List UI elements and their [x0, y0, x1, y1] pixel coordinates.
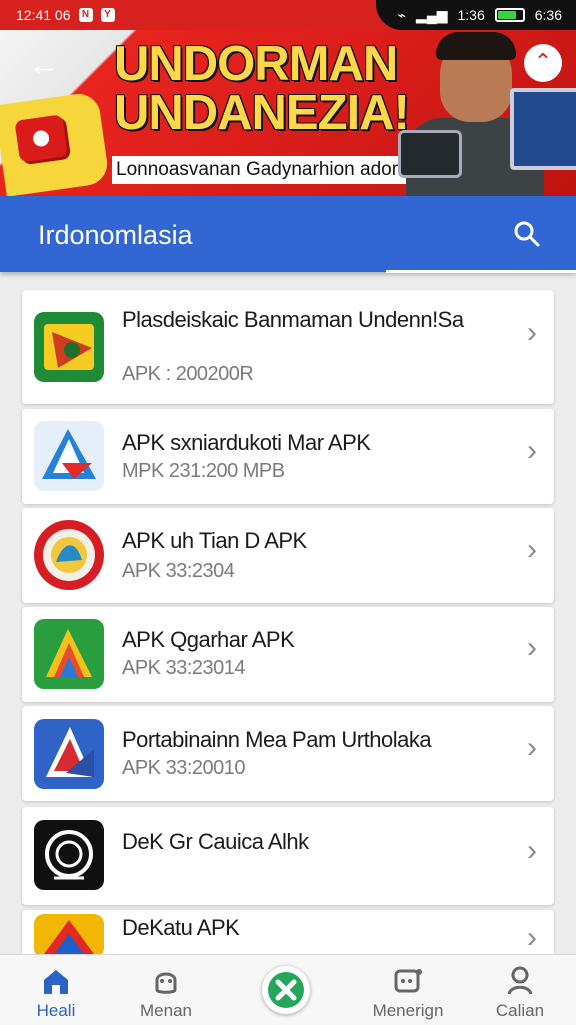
signal-icon: ▂▄▆: [416, 6, 448, 23]
app-title: Portabinainn Mea Pam Urtholaka: [122, 727, 432, 752]
app-meta: MPK 231:200 MPB: [122, 460, 285, 482]
app-title: APK uh Tian D APK: [122, 528, 307, 553]
banner-title: UNDORMAN UNDANEZIA!: [114, 40, 434, 138]
nav-label-messages: Menerign: [372, 1001, 444, 1020]
laptop-image: [510, 88, 576, 170]
status-right-text: 1:36: [457, 7, 485, 23]
app-icon: [34, 914, 104, 958]
chevron-right-icon[interactable]: ›: [524, 535, 540, 565]
person-hair: [436, 32, 516, 60]
app-title: APK sxniardukoti Mar APK: [122, 430, 371, 455]
chevron-right-icon[interactable]: ›: [524, 733, 540, 763]
app-meta: APK : 200200R: [122, 363, 254, 385]
app-icon: [34, 520, 104, 590]
status-right-time: 6:36: [534, 7, 562, 23]
app-title: APK Qgarhar APK: [122, 627, 295, 652]
chevron-right-icon[interactable]: ›: [524, 923, 540, 953]
info-button[interactable]: ⌃: [524, 44, 562, 82]
app-icon: [34, 312, 104, 382]
nav-profile[interactable]: Calian: [472, 955, 568, 1025]
list-item[interactable]: APK Qgarhar APK APK 33:23014 ›: [22, 607, 554, 702]
bottom-navigation: Heali Menan Menerign Calian: [0, 954, 576, 1025]
back-icon[interactable]: ←: [28, 48, 64, 84]
search-icon[interactable]: [512, 219, 542, 249]
app-title: DeKatu APK: [122, 915, 240, 940]
app-icon: [34, 619, 104, 689]
promo-banner[interactable]: ← UNDORMAN UNDANEZIA! Lonnoasvanan Gadyn…: [0, 30, 576, 196]
app-title: DeK Gr Cauica Alhk: [122, 829, 309, 854]
nav-label-support: Menan: [140, 1001, 192, 1020]
notification-badge: N: [78, 8, 93, 22]
profile-icon: [504, 965, 536, 997]
notification-badge: Y: [100, 8, 115, 22]
banner-title-line-2: UNDANEZIA!: [114, 86, 410, 140]
app-meta: APK 33:2304: [122, 560, 235, 582]
app-meta: APK 33:23014: [122, 657, 246, 679]
list-item[interactable]: DeKatu APK ›: [22, 910, 554, 958]
app-title: Plasdeiskaic Banmaman Undenn!Sa: [122, 307, 464, 332]
status-right: ⌁ ▂▄▆ 1:36 6:36: [376, 0, 576, 30]
status-time: 12:41 06: [16, 7, 71, 23]
chevron-right-icon[interactable]: ›: [524, 633, 540, 663]
header-underline: [386, 270, 576, 273]
app-meta: APK 33:20010: [122, 757, 246, 779]
chevron-right-icon[interactable]: ›: [524, 836, 540, 866]
status-left: 12:41 06 N Y: [16, 7, 115, 23]
app-icon: [34, 421, 104, 491]
nav-support[interactable]: Menan: [118, 955, 214, 1025]
support-icon: [150, 965, 182, 997]
banner-title-line-1: UNDORMAN: [114, 37, 398, 91]
list-item[interactable]: Plasdeiskaic Banmaman Undenn!Sa APK : 20…: [22, 290, 554, 404]
nav-messages[interactable]: Menerign: [360, 955, 456, 1025]
battery-icon: [494, 8, 525, 22]
status-bar: 12:41 06 N Y ⌁ ▂▄▆ 1:36 6:36: [0, 0, 576, 30]
nav-home[interactable]: Heali: [8, 955, 104, 1025]
nav-label-profile: Calian: [495, 1001, 545, 1020]
app-header: Irdonomlasia: [0, 196, 576, 273]
page-title: Irdonomlasia: [38, 220, 193, 250]
battery-level: [497, 11, 516, 19]
list-item[interactable]: DeK Gr Cauica Alhk ›: [22, 807, 554, 905]
close-icon: [268, 972, 304, 1008]
app-icon: [34, 820, 104, 890]
home-icon: [40, 965, 72, 997]
tablet-image: [398, 130, 462, 178]
wifi-icon: ⌁: [397, 6, 407, 23]
list-item[interactable]: APK sxniardukoti Mar APK MPK 231:200 MPB…: [22, 409, 554, 504]
center-action-button[interactable]: [262, 966, 310, 1014]
list-item[interactable]: APK uh Tian D APK APK 33:2304 ›: [22, 508, 554, 603]
chevron-right-icon[interactable]: ›: [524, 436, 540, 466]
chevron-right-icon[interactable]: ›: [524, 318, 540, 348]
nav-label-home: Heali: [36, 1001, 76, 1020]
message-icon: [392, 965, 424, 997]
list-item[interactable]: Portabinainn Mea Pam Urtholaka APK 33:20…: [22, 706, 554, 801]
flag-icon: [0, 91, 110, 196]
app-icon: [34, 719, 104, 789]
